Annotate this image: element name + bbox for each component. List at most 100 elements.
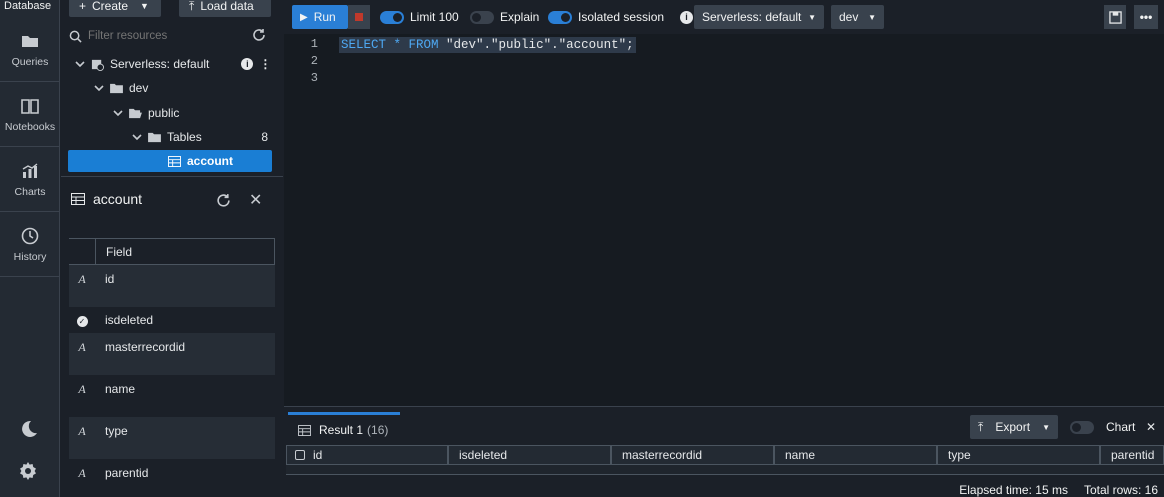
close-icon[interactable]: ✕ — [249, 190, 262, 210]
run-button[interactable]: ▶ Run — [292, 5, 348, 29]
editor-toolbar: ▶ Run Limit 100 Explain Isolated session… — [284, 0, 1164, 34]
text-type-icon: A — [78, 424, 86, 438]
sql-keyword: FROM — [408, 38, 439, 52]
run-label: Run — [313, 10, 336, 24]
stop-button[interactable] — [348, 5, 370, 29]
caret-down-icon: ▼ — [868, 12, 876, 22]
total-rows: Total rows: 16 — [1083, 483, 1158, 497]
load-data-button[interactable]: ⤒ Load data — [179, 0, 271, 17]
tab-result-1[interactable]: Result 1 (16) — [288, 412, 400, 445]
explain-toggle[interactable]: Explain — [470, 5, 539, 29]
tree-node-label: dev — [129, 81, 149, 95]
export-label: Export — [995, 420, 1031, 434]
field-name: parentid — [105, 466, 149, 480]
column-header[interactable]: masterrecordid — [611, 445, 774, 465]
result-tab-label: Result 1 — [319, 423, 364, 437]
line-number: 3 — [310, 71, 318, 85]
sql-identifier: "dev"."public"."account"; — [438, 38, 634, 52]
settings-gear-icon[interactable] — [17, 460, 39, 482]
tree-node-label: public — [148, 106, 180, 120]
isolated-session-toggle[interactable]: Isolated session i — [548, 5, 694, 29]
elapsed-time: Elapsed time: 15 ms — [959, 483, 1068, 497]
search-icon — [69, 30, 82, 43]
select-all-checkbox[interactable] — [295, 450, 305, 460]
isolated-session-label: Isolated session — [578, 10, 665, 24]
isolated-session-switch[interactable] — [548, 10, 572, 24]
field-row[interactable]: A type — [69, 417, 275, 459]
explain-switch[interactable] — [470, 10, 494, 24]
field-column-header: Field — [95, 239, 132, 265]
folder-icon — [148, 132, 161, 142]
close-icon[interactable]: ✕ — [1146, 420, 1156, 434]
workgroup-select[interactable]: Serverless: default ▼ — [694, 5, 824, 29]
field-row[interactable]: A id — [69, 265, 275, 307]
sql-operator: * — [386, 38, 409, 52]
result-tab-count: (16) — [367, 423, 389, 437]
theme-moon-icon[interactable] — [17, 418, 39, 440]
rail-item-label: Notebooks — [4, 120, 56, 133]
folder-icon — [22, 35, 38, 47]
chart-toggle[interactable]: Chart — [1070, 415, 1135, 439]
table-fields-panel: account ✕ Field A id ✓ isdeleted A maste… — [61, 176, 283, 497]
more-vertical-icon[interactable]: ⋮ — [259, 57, 271, 71]
fields-panel-title: account — [93, 191, 143, 207]
chart-switch[interactable] — [1070, 420, 1094, 434]
more-options-button[interactable]: ••• — [1134, 5, 1158, 29]
table-icon — [168, 155, 181, 167]
column-header-label: masterrecordid — [622, 448, 703, 462]
refresh-icon[interactable] — [252, 28, 266, 42]
caret-down-icon: ▼ — [140, 1, 149, 11]
column-header[interactable]: name — [774, 445, 937, 465]
column-header[interactable]: parentid — [1100, 445, 1164, 465]
rail-item-notebooks[interactable]: Notebooks — [0, 82, 60, 147]
text-type-icon: A — [78, 272, 86, 286]
field-name: isdeleted — [105, 313, 154, 327]
rail-item-history[interactable]: History — [0, 212, 60, 277]
field-row[interactable]: ✓ isdeleted — [69, 307, 275, 333]
clock-icon — [21, 227, 39, 244]
field-name: name — [105, 382, 136, 396]
save-button[interactable] — [1104, 5, 1126, 29]
table-row[interactable] — [286, 465, 1164, 475]
limit-switch[interactable] — [380, 10, 404, 24]
boolean-type-icon: ✓ — [69, 313, 95, 328]
field-row[interactable]: A parentid — [69, 459, 275, 497]
rail-item-charts[interactable]: Charts — [0, 147, 60, 212]
column-header[interactable]: id — [286, 445, 448, 465]
rail-item-label: Queries — [11, 55, 49, 68]
tree-node-workgroup[interactable]: Serverless: default i ⋮ — [75, 54, 275, 74]
sql-query-line[interactable]: SELECT * FROM "dev"."public"."account"; — [339, 37, 636, 53]
tree-node-tables[interactable]: Tables 8 — [132, 127, 272, 147]
sql-editor[interactable]: 1 2 3 SELECT * FROM "dev"."public"."acco… — [284, 34, 1164, 406]
tree-node-label: Tables — [167, 130, 202, 144]
database-select[interactable]: dev ▼ — [831, 5, 884, 29]
chart-icon — [22, 162, 38, 178]
column-header[interactable]: type — [937, 445, 1100, 465]
chevron-down-icon — [94, 85, 104, 92]
tree-node-label: Serverless: default — [110, 57, 210, 71]
tree-node-schema[interactable]: public — [113, 103, 179, 123]
load-data-label: Load data — [200, 0, 254, 13]
tables-count-badge: 8 — [261, 130, 268, 144]
folder-open-icon — [129, 108, 142, 118]
create-button[interactable]: + Create ▼ — [69, 0, 161, 17]
field-row[interactable]: A masterrecordid — [69, 333, 275, 375]
limit-toggle[interactable]: Limit 100 — [380, 5, 459, 29]
refresh-icon[interactable] — [216, 193, 231, 208]
field-name: type — [105, 424, 128, 438]
book-icon — [21, 98, 39, 114]
database-select-value: dev — [839, 10, 859, 24]
info-icon[interactable]: i — [241, 58, 254, 70]
text-type-icon: A — [78, 466, 86, 480]
table-icon — [298, 424, 311, 436]
tree-node-table-account[interactable]: account — [68, 150, 272, 172]
column-header-label: isdeleted — [459, 448, 508, 462]
rail-item-label: Charts — [14, 185, 46, 198]
column-header[interactable]: isdeleted — [448, 445, 611, 465]
info-icon[interactable]: i — [680, 10, 694, 24]
rail-item-queries[interactable]: Queries — [0, 17, 60, 82]
export-button[interactable]: ⤒ Export ▼ — [970, 415, 1058, 439]
field-row[interactable]: A name — [69, 375, 275, 417]
tree-node-database[interactable]: dev — [94, 78, 148, 98]
filter-resources-input[interactable] — [88, 30, 238, 42]
